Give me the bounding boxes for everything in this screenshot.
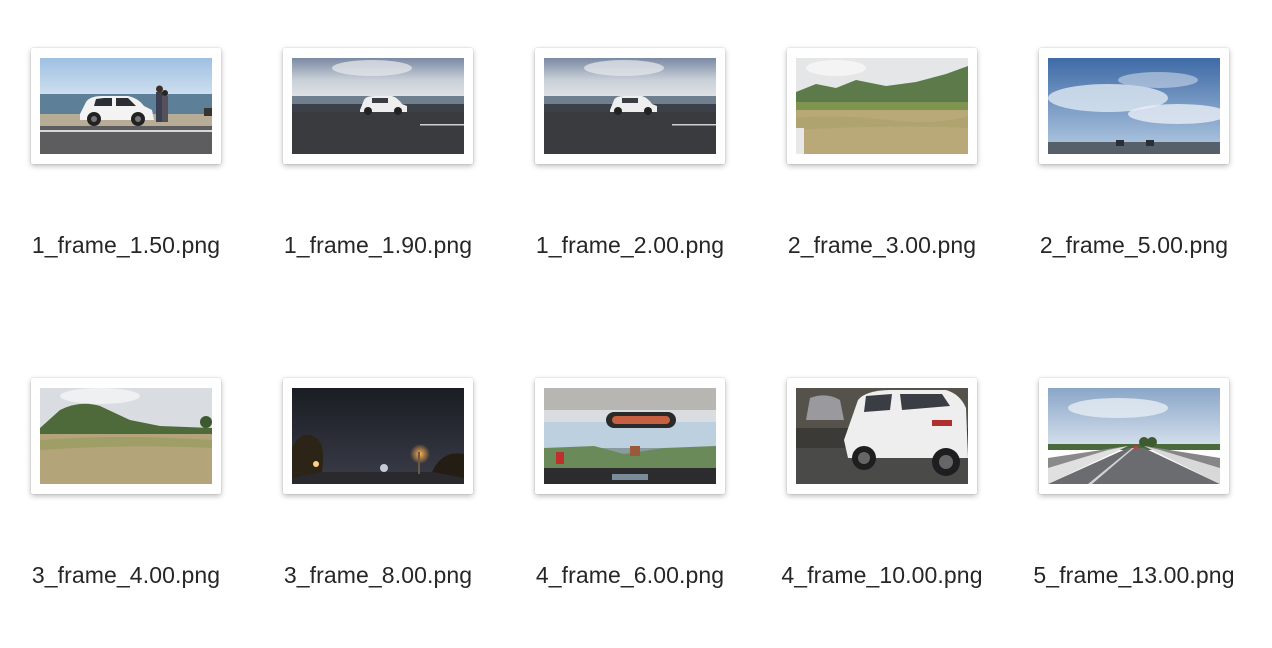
file-name: 1_frame_2.00.png	[535, 232, 725, 258]
file-item[interactable]: 1_frame_2.00.png	[504, 0, 756, 300]
file-thumbnail[interactable]	[535, 378, 725, 494]
thumbnail-image-bridge-highway	[1048, 388, 1220, 484]
file-thumbnail[interactable]	[31, 48, 221, 164]
thumbnail-image-night-road	[292, 388, 464, 484]
file-thumbnail[interactable]	[787, 378, 977, 494]
file-item[interactable]: 2_frame_5.00.png	[1008, 0, 1260, 300]
thumbnail-image-dashboard-view	[544, 388, 716, 484]
file-name: 1_frame_1.90.png	[283, 232, 473, 258]
file-name: 4_frame_10.00.png	[781, 562, 983, 588]
file-item[interactable]: 2_frame_3.00.png	[756, 0, 1008, 300]
file-name: 3_frame_8.00.png	[283, 562, 473, 588]
file-item[interactable]: 3_frame_4.00.png	[0, 330, 252, 630]
file-thumbnail[interactable]	[535, 48, 725, 164]
file-item[interactable]: 3_frame_8.00.png	[252, 330, 504, 630]
file-name: 5_frame_13.00.png	[1033, 562, 1235, 588]
file-name: 3_frame_4.00.png	[31, 562, 221, 588]
thumbnail-image-car-beach	[40, 58, 212, 154]
file-name: 4_frame_6.00.png	[535, 562, 725, 588]
file-grid: 1_frame_1.50.png 1_frame_1.90.png 1_fram…	[0, 0, 1272, 648]
file-thumbnail[interactable]	[31, 378, 221, 494]
thumbnail-image-white-suv-garage	[796, 388, 968, 484]
file-name: 2_frame_3.00.png	[787, 232, 977, 258]
file-thumbnail[interactable]	[283, 378, 473, 494]
thumbnail-image-hills-field	[796, 58, 968, 154]
thumbnail-image-hill-grassland	[40, 388, 212, 484]
file-thumbnail[interactable]	[1039, 48, 1229, 164]
file-name: 1_frame_1.50.png	[31, 232, 221, 258]
thumbnail-image-cloudy-sky-road	[1048, 58, 1220, 154]
file-thumbnail[interactable]	[1039, 378, 1229, 494]
file-item[interactable]: 1_frame_1.50.png	[0, 0, 252, 300]
file-thumbnail[interactable]	[283, 48, 473, 164]
file-thumbnail[interactable]	[787, 48, 977, 164]
thumbnail-image-car-sea-road	[292, 58, 464, 154]
file-item[interactable]: 1_frame_1.90.png	[252, 0, 504, 300]
file-item[interactable]: 4_frame_10.00.png	[756, 330, 1008, 630]
file-item[interactable]: 5_frame_13.00.png	[1008, 330, 1260, 630]
thumbnail-image-car-sea-road	[544, 58, 716, 154]
file-item[interactable]: 4_frame_6.00.png	[504, 330, 756, 630]
file-name: 2_frame_5.00.png	[1039, 232, 1229, 258]
